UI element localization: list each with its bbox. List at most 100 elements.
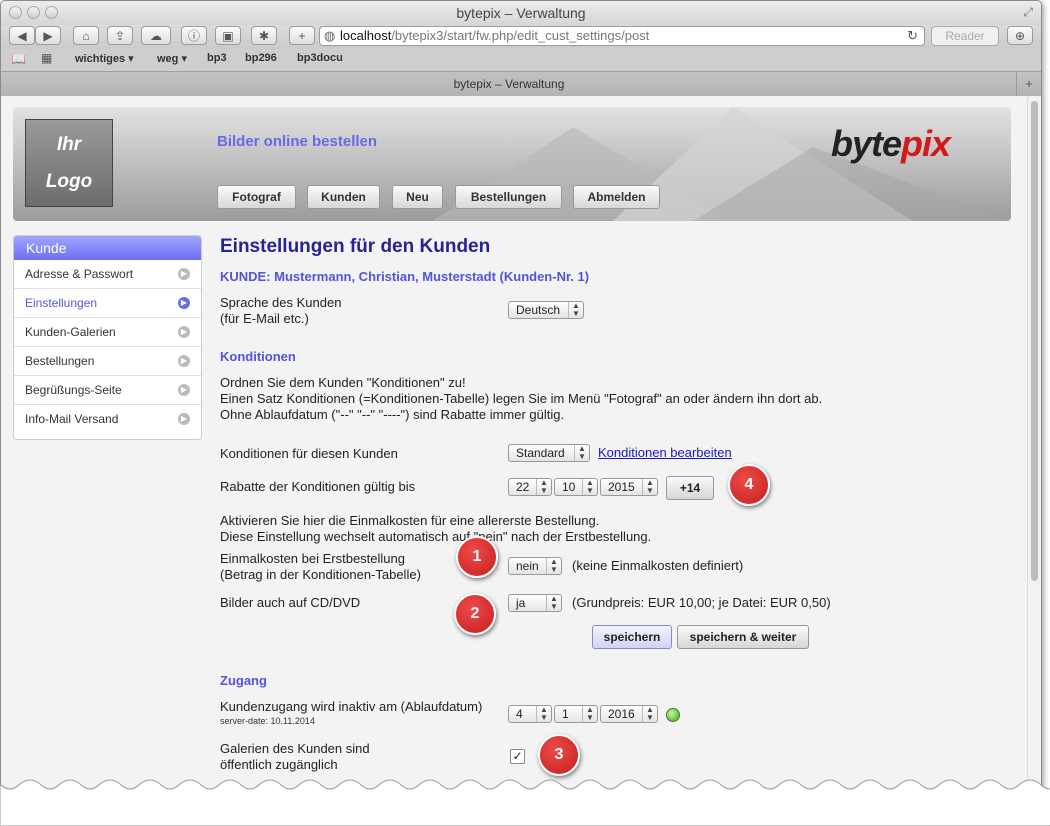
extension-icon: ▣ xyxy=(222,29,234,43)
address-bar[interactable]: ◍ localhost/bytepix3/start/fw.php/edit_c… xyxy=(319,26,925,46)
reading-list-icon[interactable]: 📖 xyxy=(11,52,26,66)
conditions-info: Ordnen Sie dem Kunden "Konditionen" zu! … xyxy=(220,375,823,422)
new-tab-button[interactable]: + xyxy=(1016,72,1041,96)
browser-toolbar: ◀ ▶ ⌂ ⇪ ☁ ⓘ ▣ ✱ + ◍ localhost/bytepix3/s… xyxy=(1,25,1041,49)
annotation-badge-4: 4 xyxy=(728,464,770,506)
logo-placeholder: Ihr Logo xyxy=(25,119,113,207)
tab-title[interactable]: bytepix – Verwaltung xyxy=(1,77,1017,91)
save-and-continue-button[interactable]: speichern & weiter xyxy=(677,625,809,649)
discount-day-select[interactable]: 22 ▲ ▼ xyxy=(508,478,552,496)
edit-conditions-link[interactable]: Konditionen bearbeiten xyxy=(598,445,732,460)
vertical-scrollbar[interactable] xyxy=(1027,96,1041,791)
chevron-right-icon: ▶ xyxy=(178,384,190,396)
access-day-select[interactable]: 4 ▲ ▼ xyxy=(508,705,552,723)
public-gallery-checkbox[interactable]: ✓ xyxy=(510,749,525,764)
back-button[interactable]: ◀ xyxy=(9,26,35,45)
plus-icon: + xyxy=(298,29,306,43)
discount-month-select[interactable]: 10 ▲ ▼ xyxy=(554,478,598,496)
access-year-select[interactable]: 2016 ▲ ▼ xyxy=(600,705,658,723)
one-time-costs-note: (keine Einmalkosten definiert) xyxy=(572,558,744,573)
access-heading: Zugang xyxy=(220,673,267,688)
cloud-icon: ☁ xyxy=(150,29,162,43)
bookmark-weg[interactable]: weg ▾ xyxy=(157,52,187,65)
status-active-icon xyxy=(666,708,680,722)
fullscreen-icon[interactable]: ⤢ xyxy=(1023,5,1033,20)
share-icon: ⇪ xyxy=(114,29,126,43)
language-select[interactable]: Deutsch ▲ ▼ xyxy=(508,301,584,319)
chevron-right-icon: ▶ xyxy=(178,355,190,367)
select-arrows-icon: ▲ ▼ xyxy=(568,302,583,318)
select-arrows-icon: ▲ ▼ xyxy=(642,706,657,722)
top-sites-icon[interactable]: ▦ xyxy=(41,51,52,65)
home-button[interactable]: ⌂ xyxy=(73,26,99,45)
select-arrows-icon: ▲ ▼ xyxy=(574,445,589,461)
checkmark-icon: ✓ xyxy=(512,749,523,763)
tab-bar: bytepix – Verwaltung + xyxy=(1,71,1041,97)
cd-dvd-price-note: (Grundpreis: EUR 10,00; je Datei: EUR 0,… xyxy=(572,595,831,610)
select-arrows-icon: ▲ ▼ xyxy=(546,595,561,611)
chevron-right-icon: ▶ xyxy=(178,413,190,425)
access-month-select[interactable]: 1 ▲ ▼ xyxy=(554,705,598,723)
select-arrows-icon: ▲ ▼ xyxy=(642,479,657,495)
cd-dvd-select[interactable]: ja ▲ ▼ xyxy=(508,594,562,612)
cd-dvd-label: Bilder auch auf CD/DVD xyxy=(220,595,361,610)
annotation-badge-1: 1 xyxy=(456,536,498,578)
icloud-button[interactable]: ☁ xyxy=(141,26,171,45)
nav-abmelden[interactable]: Abmelden xyxy=(573,185,660,209)
site-header: Ihr Logo Bilder online bestellen bytepix… xyxy=(13,107,1011,221)
extension-button-2[interactable]: ✱ xyxy=(251,26,277,45)
one-time-costs-select[interactable]: nein ▲ ▼ xyxy=(508,557,562,575)
chevron-right-icon: ▶ xyxy=(178,297,190,309)
nav-bestellungen[interactable]: Bestellungen xyxy=(455,185,562,209)
plus-14-days-button[interactable]: +14 xyxy=(666,476,714,500)
forward-button[interactable]: ▶ xyxy=(35,26,61,45)
extension-button-1[interactable]: ▣ xyxy=(215,26,241,45)
language-label: Sprache des Kunden (für E-Mail etc.) xyxy=(220,295,342,326)
save-button[interactable]: speichern xyxy=(592,625,672,649)
sidebar-item-info-mail-versand[interactable]: Info-Mail Versand ▶ xyxy=(14,405,201,433)
home-icon: ⌂ xyxy=(82,29,90,43)
scrollbar-thumb[interactable] xyxy=(1031,101,1038,581)
nav-neu[interactable]: Neu xyxy=(392,185,443,209)
sidebar-item-einstellungen[interactable]: Einstellungen ▶ xyxy=(14,289,201,318)
window-title: bytepix – Verwaltung xyxy=(456,5,586,21)
annotation-badge-3: 3 xyxy=(538,734,580,776)
page-content: Ihr Logo Bilder online bestellen bytepix… xyxy=(1,96,1027,791)
bookmark-bp3docu[interactable]: bp3docu xyxy=(297,52,343,64)
discount-year-select[interactable]: 2015 ▲ ▼ xyxy=(600,478,658,496)
access-expiry-label: Kundenzugang wird inaktiv am (Ablaufdatu… xyxy=(220,699,483,714)
info-button[interactable]: ⓘ xyxy=(181,26,207,45)
sidebar-item-kunden-galerien[interactable]: Kunden-Galerien ▶ xyxy=(14,318,201,347)
nav-fotograf[interactable]: Fotograf xyxy=(217,185,296,209)
bookmark-bp3[interactable]: bp3 xyxy=(207,52,227,64)
reader-button[interactable]: Reader xyxy=(931,26,999,46)
add-bookmark-button[interactable]: + xyxy=(289,26,315,45)
brand-logo: bytepix xyxy=(831,123,951,164)
download-icon: ⊕ xyxy=(1014,29,1026,43)
title-bar: bytepix – Verwaltung ⤢ xyxy=(1,1,1041,25)
torn-edge xyxy=(0,779,1050,826)
share-button[interactable]: ⇪ xyxy=(107,26,133,45)
reload-icon[interactable]: ↻ xyxy=(907,27,918,45)
downloads-button[interactable]: ⊕ xyxy=(1007,26,1033,45)
sidebar: Kunde Adresse & Passwort ▶ Einstellungen ▶… xyxy=(13,235,202,440)
page-title: Einstellungen für den Kunden xyxy=(220,236,491,257)
sidebar-item-adresse-passwort[interactable]: Adresse & Passwort ▶ xyxy=(14,260,201,289)
bookmark-bp296[interactable]: bp296 xyxy=(245,52,277,64)
url-host: localhost xyxy=(340,28,392,43)
conditions-heading: Konditionen xyxy=(220,349,296,364)
one-time-costs-info: Aktivieren Sie hier die Einmalkosten für… xyxy=(220,513,652,544)
forward-arrow-icon: ▶ xyxy=(43,29,53,43)
globe-icon: ◍ xyxy=(324,28,336,43)
back-arrow-icon: ◀ xyxy=(17,29,27,43)
conditions-select[interactable]: Standard ▲ ▼ xyxy=(508,444,590,462)
sidebar-item-begruessungs-seite[interactable]: Begrüßungs-Seite ▶ xyxy=(14,376,201,405)
nav-kunden[interactable]: Kunden xyxy=(307,185,380,209)
sidebar-item-bestellungen[interactable]: Bestellungen ▶ xyxy=(14,347,201,376)
customer-heading: KUNDE: Mustermann, Christian, Musterstad… xyxy=(220,269,590,284)
conditions-for-customer-label: Konditionen für diesen Kunden xyxy=(220,446,398,461)
bookmark-wichtiges[interactable]: wichtiges ▾ xyxy=(75,52,134,65)
server-date: server-date: 10.11.2014 xyxy=(220,716,315,726)
select-arrows-icon: ▲ ▼ xyxy=(536,706,551,722)
gear-icon: ✱ xyxy=(258,29,270,43)
